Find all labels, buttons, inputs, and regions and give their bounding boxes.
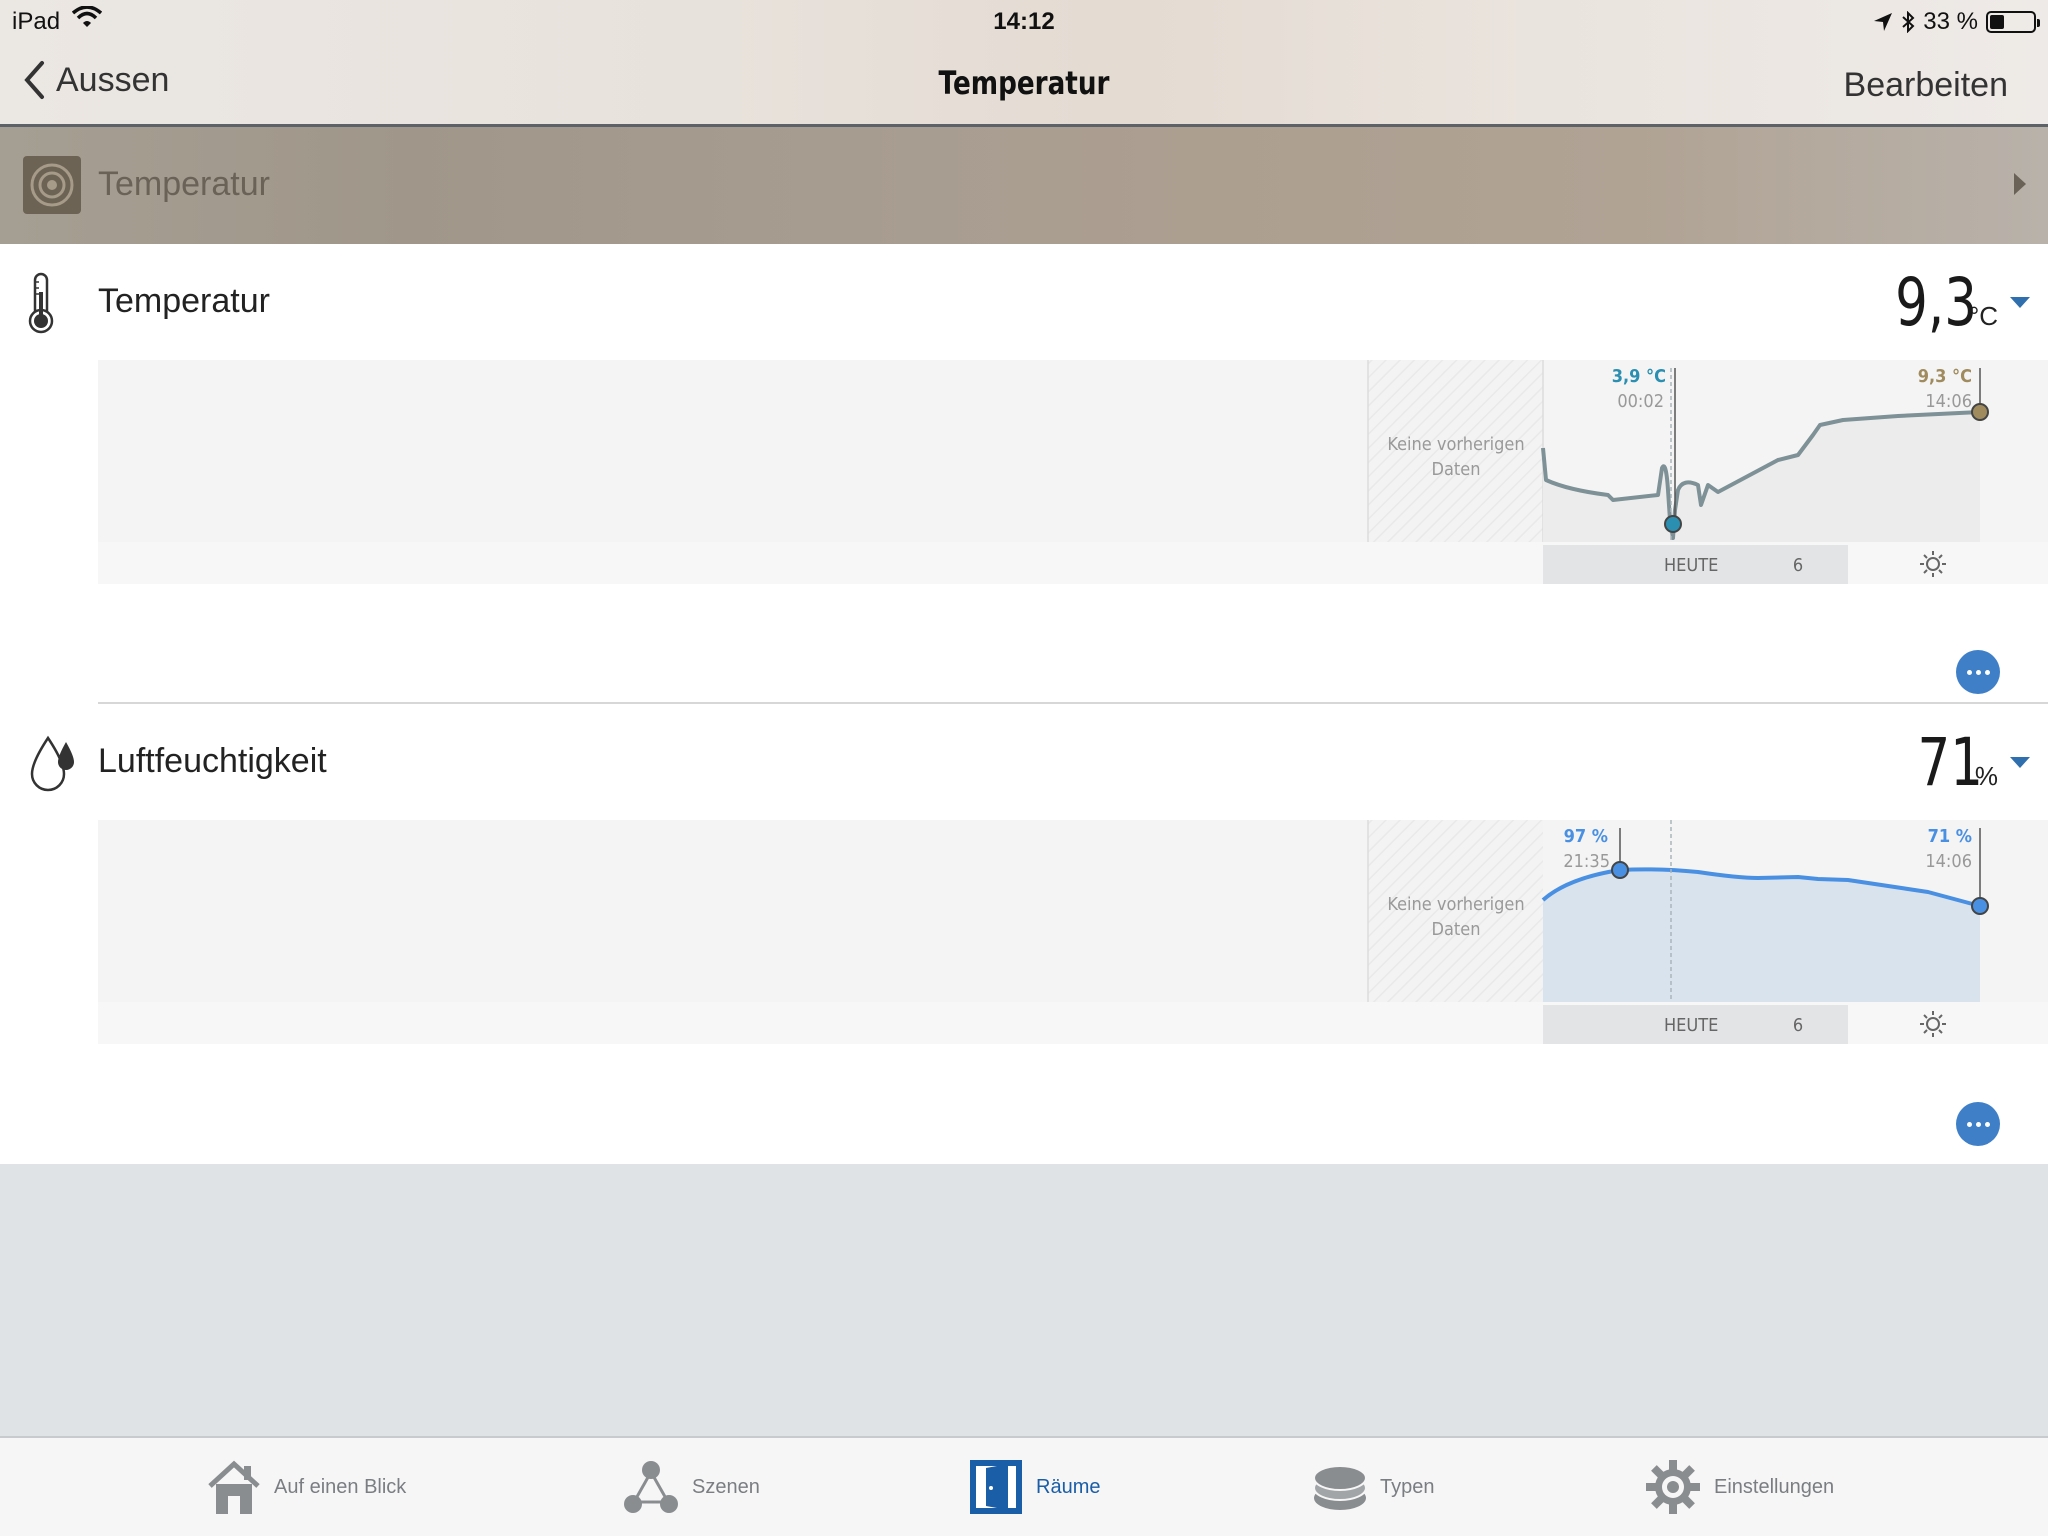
door-icon [970,1460,1022,1514]
current-value: 9,3 [1894,264,1977,341]
droplet-icon [30,735,74,792]
current-time-label: 14:06 [1925,851,1972,872]
chevron-left-icon [24,61,44,99]
max-marker[interactable] [1611,861,1629,879]
sensor-icon [23,156,81,214]
no-data-label: Daten [1432,459,1481,480]
min-value-label: 3,9 °C [1612,366,1666,387]
current-value-label: 71 % [1928,826,1972,847]
humidity-section: Luftfeuchtigkeit 71 % Keine vorherigen D… [0,704,2048,1164]
tab-label: Typen [1380,1475,1435,1498]
min-marker[interactable] [1664,515,1682,533]
layers-icon [1313,1465,1367,1510]
thermometer-icon [28,272,54,334]
humidity-value: 71 % [1899,724,2030,801]
scenes-icon [624,1461,678,1513]
temperature-section: Temperatur 9,3 °C Keine vorherigen Daten [0,244,2048,704]
status-bar: iPad 14:12 33 % [0,0,2048,40]
current-marker[interactable] [1971,897,1989,915]
hour-label: 6 [1793,555,1803,576]
battery-icon [1986,11,2040,33]
max-time-label: 21:35 [1563,851,1610,872]
section-title: Temperatur [98,282,270,320]
current-time-label: 14:06 [1925,391,1972,412]
min-time-label: 00:02 [1617,391,1664,412]
no-data-label: Keine vorherigen [1387,894,1524,915]
chevron-right-icon [2014,173,2026,195]
temperature-value: 9,3 °C [1872,264,2030,341]
section-title: Luftfeuchtigkeit [98,742,327,780]
more-options-button[interactable] [1956,650,2000,694]
tab-label: Szenen [692,1475,760,1498]
hour-label: 6 [1793,1015,1803,1036]
temperature-chart: Keine vorherigen Daten 3,9 °C 00:02 9,3 … [98,360,2048,640]
expand-caret-icon[interactable] [2010,297,2030,308]
bluetooth-icon [1902,11,1915,33]
tab-label: Einstellungen [1714,1475,1835,1498]
back-label: Aussen [56,60,170,99]
navigation-bar: Aussen Temperatur Bearbeiten [0,40,2048,125]
tab-overview[interactable]: Auf einen Blick [206,1458,406,1516]
current-marker[interactable] [1971,403,1989,421]
tab-label: Auf einen Blick [274,1475,407,1498]
status-right: 33 % [1873,8,2040,36]
humidity-chart: Keine vorherigen Daten 97 % 21:35 71 % 1… [98,820,2048,1100]
status-time: 14:12 [993,8,1055,35]
no-data-label: Daten [1432,919,1481,940]
gear-icon [1646,1460,1700,1514]
location-icon [1874,13,1893,31]
tab-bar: Auf einen Blick Szenen Räume Typen Einst… [0,1436,2048,1536]
tab-scenes[interactable]: Szenen [622,1458,760,1516]
more-options-button[interactable] [1956,1102,2000,1146]
back-button[interactable]: Aussen [22,60,169,100]
tab-types[interactable]: Typen [1312,1458,1434,1516]
max-value-label: 97 % [1564,826,1608,847]
current-value: 71 [1917,724,1983,801]
expand-caret-icon[interactable] [2010,757,2030,768]
tab-rooms[interactable]: Räume [968,1458,1100,1516]
today-label: HEUTE [1664,1015,1718,1036]
tab-settings[interactable]: Einstellungen [1644,1458,1834,1516]
room-title: Temperatur [98,165,270,203]
today-label: HEUTE [1664,555,1718,576]
no-data-label: Keine vorherigen [1387,434,1524,455]
content-area: Temperatur 9,3 °C Keine vorherigen Daten [0,244,2048,1164]
current-value-label: 9,3 °C [1918,366,1972,387]
page-title: Temperatur [938,64,1110,102]
tab-label: Räume [1036,1475,1101,1498]
battery-percent: 33 % [1923,8,1978,35]
room-header[interactable]: Temperatur [0,127,2048,244]
house-icon [208,1460,260,1514]
edit-button[interactable]: Bearbeiten [1844,66,2008,105]
